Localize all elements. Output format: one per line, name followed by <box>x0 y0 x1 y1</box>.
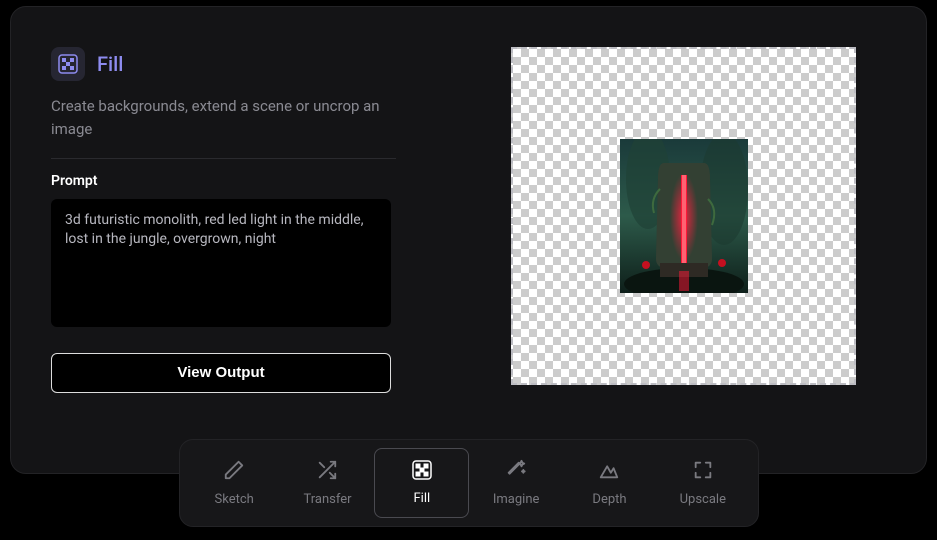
pencil-icon <box>223 459 245 485</box>
prompt-label: Prompt <box>51 173 421 189</box>
tool-title: Fill <box>97 52 123 76</box>
left-column: Fill Create backgrounds, extend a scene … <box>51 47 421 443</box>
toolbar-item-label: Depth <box>592 492 626 507</box>
toolbar-item-label: Upscale <box>680 492 726 507</box>
fill-checker-icon <box>412 460 432 484</box>
toolbar-item-sketch[interactable]: Sketch <box>188 448 281 518</box>
main-panel: Fill Create backgrounds, extend a scene … <box>10 6 927 474</box>
toolbar-item-depth[interactable]: Depth <box>563 448 656 518</box>
prompt-input[interactable] <box>51 199 391 327</box>
expand-icon <box>692 459 714 485</box>
mountain-icon <box>598 459 620 485</box>
fill-checker-icon <box>51 47 85 81</box>
toolbar-item-label: Imagine <box>493 492 540 507</box>
magic-wand-icon <box>505 459 527 485</box>
shuffle-icon <box>316 459 338 485</box>
tool-description: Create backgrounds, extend a scene or un… <box>51 95 396 159</box>
toolbar-item-transfer[interactable]: Transfer <box>281 448 374 518</box>
toolbar-item-fill[interactable]: Fill <box>374 448 469 518</box>
toolbar-item-imagine[interactable]: Imagine <box>469 448 562 518</box>
toolbar-item-label: Fill <box>413 491 430 506</box>
canvas-frame[interactable] <box>511 47 856 385</box>
toolbar-item-label: Transfer <box>303 492 351 507</box>
view-output-button[interactable]: View Output <box>51 353 391 393</box>
toolbar: Sketch Transfer Fill Imagine <box>179 439 759 527</box>
preview-image[interactable] <box>620 139 748 293</box>
toolbar-item-upscale[interactable]: Upscale <box>656 448 749 518</box>
toolbar-item-label: Sketch <box>215 492 254 507</box>
right-column <box>421 47 886 443</box>
tool-header: Fill <box>51 47 421 81</box>
